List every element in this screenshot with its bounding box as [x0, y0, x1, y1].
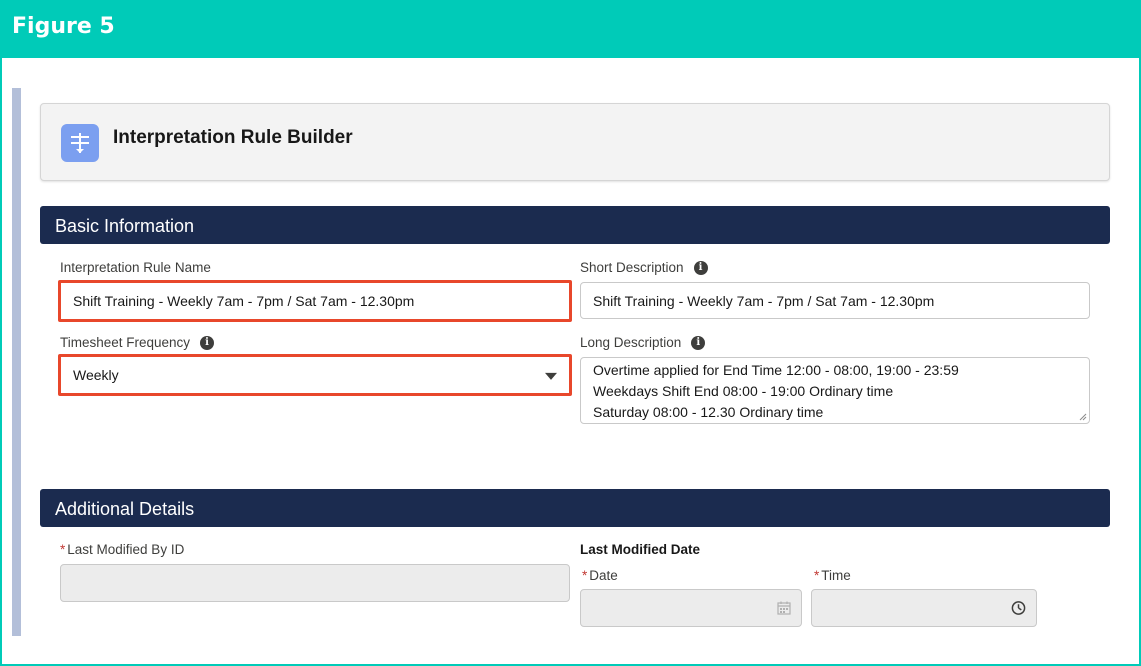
required-indicator: * [582, 568, 588, 583]
long-description-line: Saturday 08:00 - 12.30 Ordinary time [593, 404, 824, 420]
long-description-textarea[interactable]: Overtime applied for End Time 12:00 - 08… [580, 357, 1090, 424]
info-icon[interactable]: i [691, 335, 706, 350]
short-description-input[interactable]: Shift Training - Weekly 7am - 7pm / Sat … [580, 282, 1090, 319]
page-title: Interpretation Rule Builder [113, 127, 353, 148]
last-modified-date-label: Last Modified Date [580, 542, 701, 557]
timesheet-frequency-label: Timesheet Frequency i [60, 335, 215, 350]
chevron-down-icon [545, 372, 557, 380]
last-modified-by-input[interactable] [60, 564, 570, 602]
info-icon[interactable]: i [200, 335, 215, 350]
info-icon[interactable]: i [693, 260, 708, 275]
resize-handle-icon[interactable] [1079, 413, 1087, 421]
figure-title: Figure 5 [12, 14, 115, 39]
time-label: * Time [814, 568, 851, 583]
figure-header: Figure 5 [0, 0, 1141, 58]
rule-name-input[interactable]: Shift Training - Weekly 7am - 7pm / Sat … [58, 280, 572, 322]
date-label: * Date [582, 568, 618, 583]
section-additional-details[interactable]: Additional Details [40, 489, 1110, 527]
calendar-icon[interactable] [777, 601, 791, 615]
date-input[interactable] [580, 589, 802, 627]
long-description-label: Long Description i [580, 335, 706, 350]
rule-builder-icon [61, 124, 99, 162]
section-title: Additional Details [55, 499, 195, 519]
section-basic-information[interactable]: Basic Information [40, 206, 1110, 244]
builder-header-card: Interpretation Rule Builder [40, 103, 1110, 181]
long-description-line: Overtime applied for End Time 12:00 - 08… [593, 362, 959, 378]
short-description-label: Short Description i [580, 260, 708, 275]
section-title: Basic Information [55, 216, 195, 236]
time-input[interactable] [811, 589, 1037, 627]
clock-icon[interactable] [1011, 601, 1026, 616]
timesheet-frequency-select[interactable]: Weekly [58, 354, 572, 396]
rule-name-label: Interpretation Rule Name [60, 260, 211, 275]
required-indicator: * [814, 568, 820, 583]
last-modified-by-label: * Last Modified By ID [60, 542, 185, 557]
long-description-line: Weekdays Shift End 08:00 - 19:00 Ordinar… [593, 383, 894, 399]
required-indicator: * [60, 542, 66, 557]
app-screenshot: Interpretation Rule Builder Basic Inform… [12, 88, 1132, 636]
